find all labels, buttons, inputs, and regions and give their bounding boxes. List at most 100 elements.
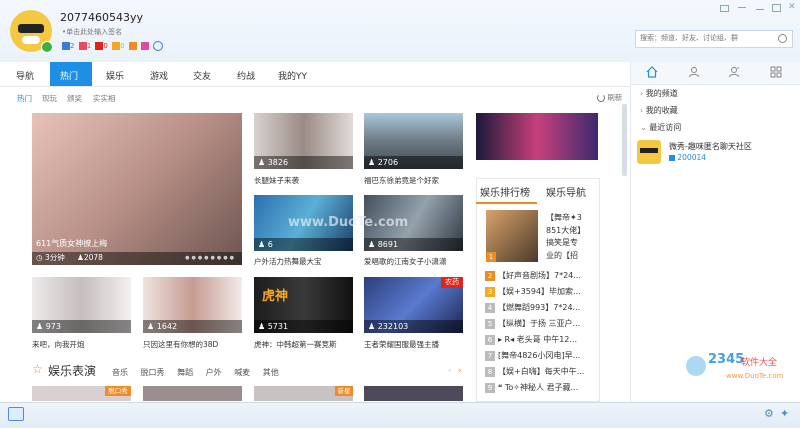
prev-arrow-icon[interactable]: ‹ bbox=[448, 366, 452, 376]
list-item[interactable]: 4 【燃舞蹈993】7*24... bbox=[485, 300, 597, 316]
channel-avatar bbox=[637, 140, 661, 164]
sidebar-item-my-channels[interactable]: › 我的频道 bbox=[640, 88, 678, 99]
subtab-hot[interactable]: 热门 bbox=[17, 93, 32, 104]
signature-input[interactable]: •单击此处输入签名 bbox=[62, 27, 122, 37]
carousel-dots[interactable]: ●●●●●●●● bbox=[185, 255, 236, 261]
menu-icon[interactable] bbox=[738, 7, 746, 8]
channel-name: 微秀-趣味匿名聊天社区 bbox=[669, 142, 752, 151]
list-item[interactable]: 2 【好声音剧场】7*24... bbox=[485, 268, 597, 284]
apps-icon[interactable] bbox=[770, 66, 782, 78]
stream-thumb[interactable] bbox=[143, 386, 242, 401]
chevron-right-icon: › bbox=[640, 106, 644, 115]
tag-outdoor[interactable]: 户外 bbox=[206, 368, 222, 377]
tab-battle[interactable]: 约战 bbox=[237, 69, 255, 82]
skin-icon[interactable] bbox=[720, 5, 729, 12]
home-icon[interactable] bbox=[646, 66, 658, 78]
subtab-real[interactable]: 实实相 bbox=[93, 93, 116, 104]
stream-caption[interactable]: 来吧，向我开炮 bbox=[32, 339, 131, 350]
list-item[interactable]: 7 [舞帝4826小冈电]早... bbox=[485, 348, 597, 364]
ranking-top-image[interactable]: 1 bbox=[486, 210, 538, 262]
diamond-icon[interactable] bbox=[141, 42, 150, 50]
stream-caption[interactable]: 虎神：中韩超第一赛竞斯 bbox=[254, 339, 353, 350]
banner[interactable] bbox=[476, 113, 598, 160]
stream-caption[interactable]: 长腿妹子来袭 bbox=[254, 175, 353, 186]
search-input[interactable] bbox=[636, 31, 774, 45]
section-title: 娱乐表演 bbox=[48, 364, 97, 378]
close-icon[interactable]: ✕ bbox=[788, 3, 796, 12]
tag-music[interactable]: 音乐 bbox=[112, 368, 128, 377]
sidebar-item-recent[interactable]: ⌄ 最近访问 bbox=[640, 122, 681, 133]
tab-my-yy[interactable]: 我的YY bbox=[278, 69, 307, 82]
list-item[interactable]: 8 【娱+白嗨】每天中午... bbox=[485, 364, 597, 380]
message-icon[interactable] bbox=[8, 407, 24, 421]
bottom-bar bbox=[0, 402, 800, 428]
tab-hot[interactable]: 热门 bbox=[60, 69, 78, 82]
list-item[interactable]: 9 ❝ To✧神秘人 君子藏... bbox=[485, 380, 597, 396]
subtab-playing[interactable]: 现玩 bbox=[42, 93, 57, 104]
gift-icon[interactable] bbox=[128, 42, 137, 50]
recent-channel[interactable]: 微秀-趣味匿名聊天社区 200014 bbox=[637, 138, 792, 166]
stream-thumb[interactable] bbox=[364, 386, 463, 401]
chevron-right-icon: › bbox=[640, 89, 644, 98]
stream-thumb[interactable]: 农药 ♟ 232103 bbox=[364, 277, 463, 333]
stream-thumb[interactable]: 虎神 ♟ 5731 bbox=[254, 277, 353, 333]
settings-icon[interactable]: ⚙ bbox=[764, 407, 774, 420]
stream-thumb[interactable]: ♟ 2706 bbox=[364, 113, 463, 169]
list-item[interactable]: 5 【纵横】于扬 三亚户... bbox=[485, 316, 597, 332]
featured-title: 611气质女神撩上梅 bbox=[36, 239, 108, 248]
channel-id-icon bbox=[669, 155, 675, 161]
sidebar-item-favorites[interactable]: › 我的收藏 bbox=[640, 105, 678, 116]
window-controls: ✕ bbox=[720, 3, 798, 13]
star-icon: ☆ bbox=[32, 362, 43, 376]
scrollbar[interactable] bbox=[622, 104, 627, 176]
minimize-icon[interactable] bbox=[756, 9, 764, 10]
mascot-icon bbox=[686, 356, 706, 376]
stream-thumb[interactable]: 脱口秀 bbox=[32, 386, 131, 401]
username: 2077460543yy bbox=[60, 11, 144, 24]
watermark-logo: 2345 软件大全 www.DuoTe.com bbox=[686, 352, 798, 402]
stream-caption[interactable]: 王者荣耀国服最强主播 bbox=[364, 339, 463, 350]
tab-games[interactable]: 游戏 bbox=[150, 69, 168, 82]
stream-thumb[interactable]: ♟ 973 bbox=[32, 277, 131, 333]
coin-icon[interactable] bbox=[112, 42, 121, 50]
stream-caption[interactable]: 只因这里有你想的38D bbox=[143, 339, 242, 350]
tag-shout[interactable]: 喊麦 bbox=[234, 368, 250, 377]
stream-caption[interactable]: 福巴东徐弟竟是个好家 bbox=[364, 175, 463, 186]
vip-icon[interactable] bbox=[62, 42, 70, 50]
subtab-awards[interactable]: 颁奖 bbox=[67, 93, 82, 104]
stream-thumb[interactable]: 新星 bbox=[254, 386, 353, 401]
tag-talkshow[interactable]: 脱口秀 bbox=[141, 368, 165, 377]
maximize-icon[interactable] bbox=[772, 4, 781, 12]
next-arrow-icon[interactable]: › bbox=[458, 366, 462, 376]
tag-dance[interactable]: 舞蹈 bbox=[177, 368, 193, 377]
watermark-center: www.DuoTe.com bbox=[288, 215, 409, 230]
tab-social[interactable]: 交友 bbox=[193, 69, 211, 82]
section-tags: 音乐 脱口秀 舞蹈 户外 喊麦 其他 bbox=[112, 367, 279, 378]
tag-other[interactable]: 其他 bbox=[263, 368, 279, 377]
refresh-icon bbox=[597, 94, 605, 102]
featured-stream[interactable]: 611气质女神撩上梅 ◷ 3分钟 ♟2078 ●●●●●●●● bbox=[32, 113, 242, 265]
list-item[interactable]: 3 【娱+3594】毕加索... bbox=[485, 284, 597, 300]
search-icon[interactable] bbox=[778, 34, 787, 43]
tab-entertainment[interactable]: 娱乐 bbox=[106, 69, 124, 82]
contacts-icon[interactable] bbox=[688, 66, 700, 78]
search-box[interactable] bbox=[635, 30, 793, 48]
heart-icon[interactable] bbox=[78, 42, 87, 50]
stream-caption[interactable]: 户外活力热舞最大宝 bbox=[254, 256, 353, 267]
list-item[interactable]: 6 ▸ R◂ 老头哥 中午12... bbox=[485, 332, 597, 348]
person-icon: ♟ bbox=[77, 253, 84, 262]
refresh-button[interactable]: 刷新 bbox=[597, 92, 622, 103]
chevron-down-icon: ⌄ bbox=[640, 123, 647, 132]
tools-icon[interactable]: ✦ bbox=[780, 407, 789, 420]
ranking-top-text[interactable]: 【舞帝✦3 851大佬】 搞笑是专 业的【招 bbox=[546, 212, 585, 262]
tab-nav[interactable]: 导航 bbox=[16, 69, 34, 82]
nav-tab-title[interactable]: 娱乐导航 bbox=[546, 184, 586, 199]
stream-caption[interactable]: 爱唱歌的江南女子小潇潇 bbox=[364, 256, 463, 267]
eye-icon[interactable] bbox=[153, 41, 164, 51]
stream-thumb[interactable]: ♟ 1642 bbox=[143, 277, 242, 333]
group-icon[interactable] bbox=[728, 66, 740, 78]
stream-thumb[interactable]: ♟ 3826 bbox=[254, 113, 353, 169]
ranking-tab-title[interactable]: 娱乐排行榜 bbox=[480, 184, 530, 199]
tiger-label: 虎神 bbox=[262, 289, 289, 304]
channel-id: 200014 bbox=[677, 153, 707, 162]
